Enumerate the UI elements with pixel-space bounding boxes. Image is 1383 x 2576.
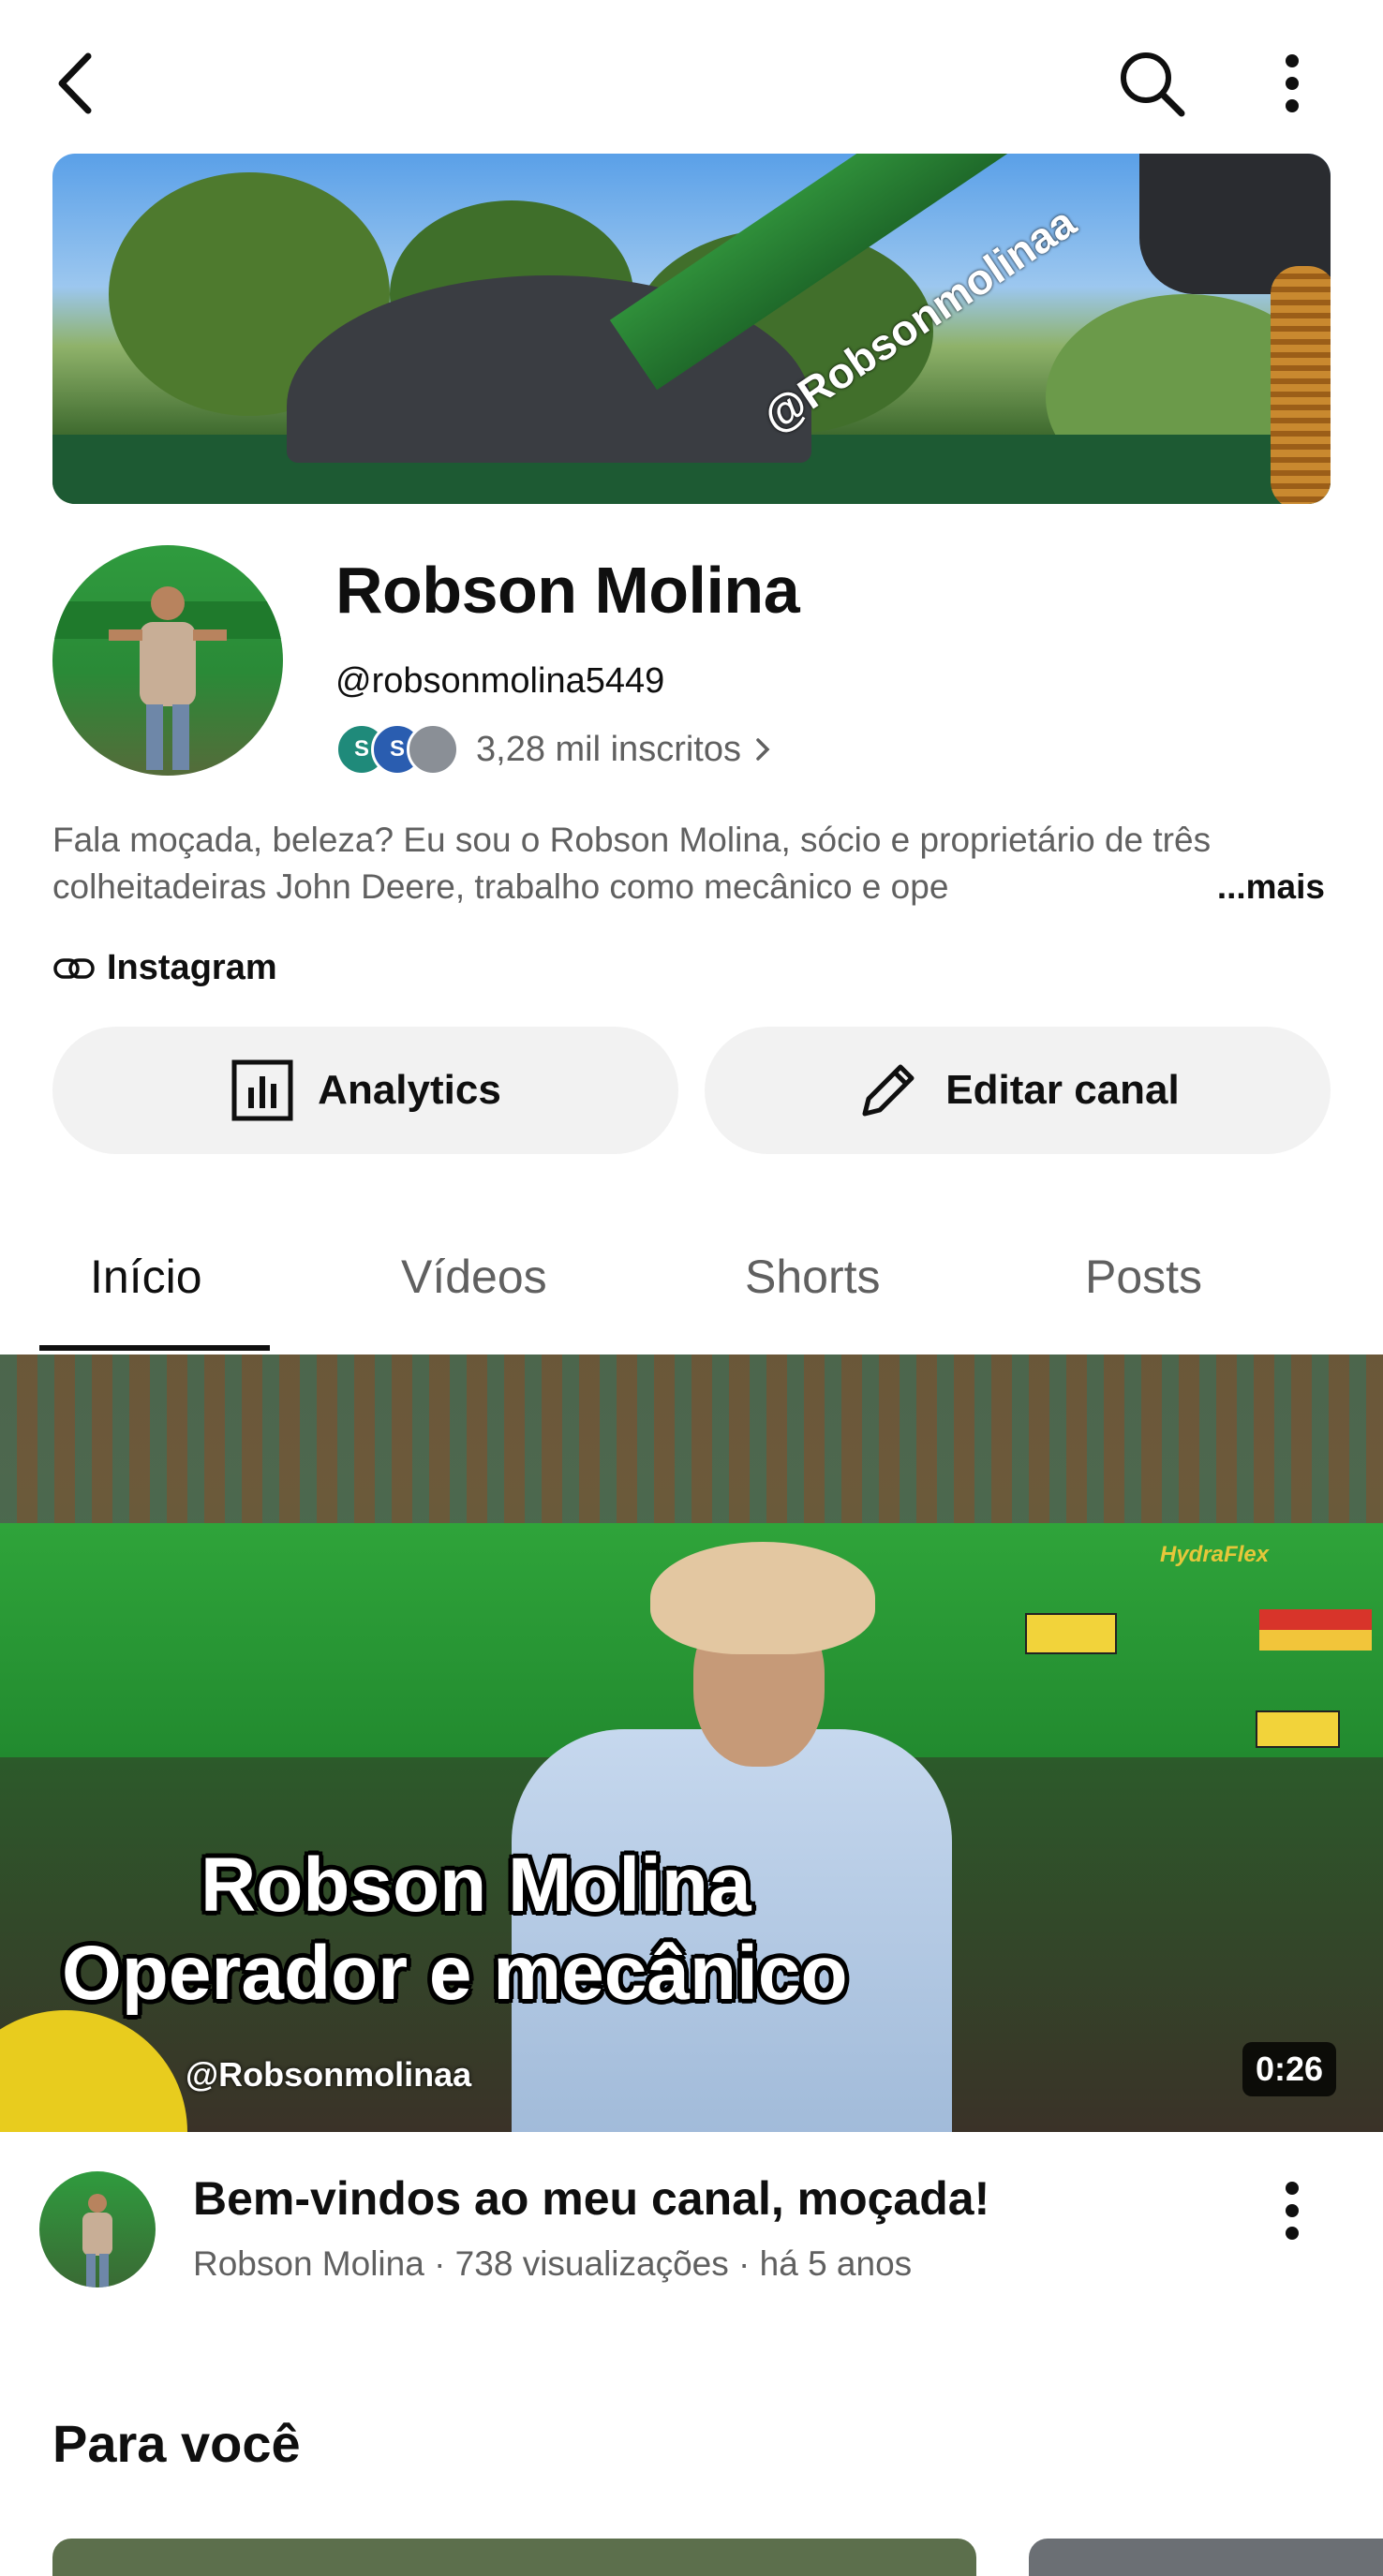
pencil-icon [862, 1064, 915, 1117]
search-button[interactable] [1109, 41, 1194, 126]
more-vertical-icon [1286, 2182, 1299, 2240]
more-vertical-icon [1286, 54, 1299, 112]
machine-label: HydraFlex [1160, 1542, 1270, 1567]
video-card-peek[interactable] [52, 2539, 976, 2576]
video-title[interactable]: Bem-vindos ao meu canal, moçada! [193, 2171, 989, 2226]
channel-handle: @robsonmolina5449 [335, 661, 665, 701]
tab-inicio[interactable]: Início [90, 1250, 202, 1304]
chevron-right-icon [756, 738, 770, 761]
video-duration: 0:26 [1242, 2042, 1337, 2096]
channel-name: Robson Molina [335, 554, 800, 627]
tab-posts[interactable]: Posts [1085, 1250, 1202, 1304]
video-overlay-title: Robson Molina [201, 1843, 751, 1928]
analytics-button[interactable]: Analytics [52, 1027, 678, 1154]
video-options-button[interactable] [1252, 2173, 1332, 2248]
channel-banner: @Robsonmolinaa [52, 154, 1331, 504]
more-link[interactable]: ...mais [1209, 864, 1325, 910]
channel-tabs: Início Vídeos Shorts Posts [0, 1218, 1383, 1355]
analytics-label: Analytics [318, 1067, 501, 1113]
subscriber-avatar-3 [407, 723, 459, 776]
tab-shorts[interactable]: Shorts [745, 1250, 881, 1304]
video-meta: Robson Molina · 738 visualizações · há 5… [193, 2244, 913, 2283]
active-tab-indicator [39, 1345, 270, 1351]
analytics-icon [231, 1059, 293, 1121]
instagram-link[interactable]: Instagram [52, 948, 277, 988]
avatar-person-icon [82, 2194, 112, 2287]
link-label: Instagram [107, 948, 277, 987]
video-watermark: @Robsonmolinaa [186, 2055, 472, 2094]
description-text: Fala moçada, beleza? Eu sou o Robson Mol… [52, 821, 1212, 906]
edit-channel-label: Editar canal [945, 1067, 1180, 1113]
avatar-person-icon [52, 586, 283, 770]
search-icon [1121, 52, 1185, 117]
section-title: Para você [52, 2414, 301, 2473]
more-options-button[interactable] [1252, 41, 1332, 126]
subscriber-count: 3,28 mil inscritos [476, 729, 741, 769]
tab-videos[interactable]: Vídeos [401, 1250, 547, 1304]
video-card-peek[interactable] [1029, 2539, 1383, 2576]
edit-channel-button[interactable]: Editar canal [705, 1027, 1331, 1154]
channel-description[interactable]: Fala moçada, beleza? Eu sou o Robson Mol… [52, 817, 1331, 910]
back-arrow-icon [58, 52, 92, 114]
featured-video-thumbnail[interactable]: HydraFlex Robson Molina Operador e mecân… [0, 1355, 1383, 2132]
channel-avatar[interactable] [52, 545, 283, 776]
subscribers-row[interactable]: S S 3,28 mil inscritos [335, 723, 773, 776]
link-icon [53, 957, 95, 979]
video-channel-avatar[interactable] [39, 2171, 156, 2287]
video-overlay-subtitle: Operador e mecânico [62, 1931, 848, 2016]
back-button[interactable] [37, 41, 112, 126]
